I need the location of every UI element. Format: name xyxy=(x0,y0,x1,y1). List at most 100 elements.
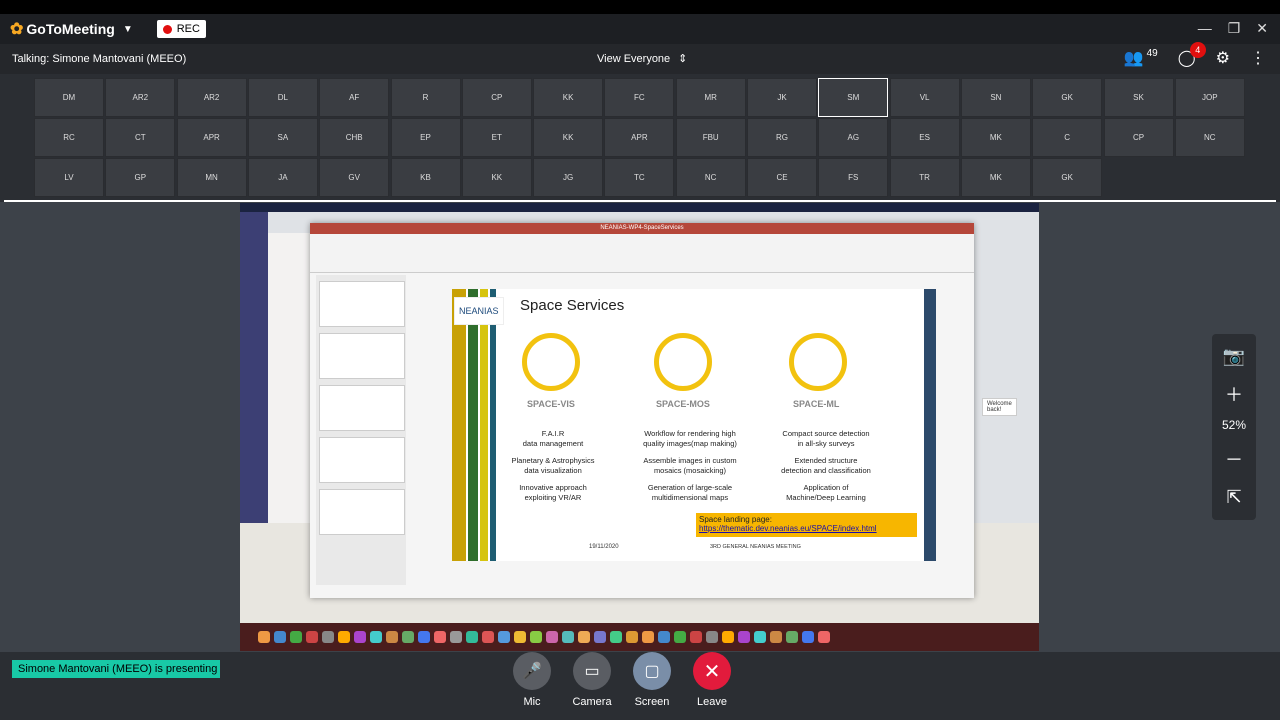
attendees-button[interactable]: 👥 49 xyxy=(1124,48,1158,68)
minimize-icon[interactable]: — xyxy=(1198,20,1212,37)
participant-tile[interactable]: JOP xyxy=(1174,78,1245,117)
close-icon[interactable]: ✕ xyxy=(1256,20,1268,37)
dock-app-icon[interactable] xyxy=(402,631,414,643)
dock-app-icon[interactable] xyxy=(546,631,558,643)
dock-app-icon[interactable] xyxy=(642,631,654,643)
camera-snapshot-icon[interactable]: 📷 xyxy=(1219,341,1249,371)
participant-tile[interactable]: ET xyxy=(461,118,532,157)
app-logo[interactable]: ✿ GoToMeeting ▼ xyxy=(10,19,133,39)
dock-app-icon[interactable] xyxy=(434,631,446,643)
participant-tile[interactable]: NC xyxy=(675,158,746,197)
dock-app-icon[interactable] xyxy=(770,631,782,643)
participant-tile[interactable]: FC xyxy=(604,78,675,117)
slide-thumbnail[interactable] xyxy=(319,385,405,431)
landing-link[interactable]: https://thematic.dev.neanias.eu/SPACE/in… xyxy=(699,524,877,533)
participant-tile[interactable]: GP xyxy=(105,158,176,197)
participant-tile[interactable]: DL xyxy=(247,78,318,117)
participant-tile[interactable]: SA xyxy=(247,118,318,157)
participant-tile[interactable]: CP xyxy=(461,78,532,117)
participant-tile[interactable]: EP xyxy=(390,118,461,157)
participant-tile[interactable]: RC xyxy=(34,118,104,157)
dock-app-icon[interactable] xyxy=(626,631,638,643)
participant-tile[interactable]: CE xyxy=(747,158,817,197)
dock-app-icon[interactable] xyxy=(258,631,270,643)
dock-app-icon[interactable] xyxy=(706,631,718,643)
dock-app-icon[interactable] xyxy=(498,631,510,643)
participant-tile[interactable]: R xyxy=(390,78,461,117)
participant-tile[interactable]: LV xyxy=(34,158,104,197)
dock-app-icon[interactable] xyxy=(786,631,798,643)
dock-app-icon[interactable] xyxy=(354,631,366,643)
camera-button[interactable]: ▭ Camera xyxy=(562,652,622,708)
dock-app-icon[interactable] xyxy=(562,631,574,643)
participant-tile[interactable]: GK xyxy=(1032,158,1103,197)
participant-tile[interactable]: APR xyxy=(604,118,675,157)
participant-tile[interactable]: JK xyxy=(747,78,817,117)
participant-tile[interactable]: DM xyxy=(34,78,104,117)
participant-tile[interactable]: AF xyxy=(319,78,390,117)
pop-out-icon[interactable]: ⇱ xyxy=(1219,482,1249,512)
slide-thumbnail[interactable] xyxy=(319,333,405,379)
participant-tile[interactable]: KK xyxy=(533,78,604,117)
dock-app-icon[interactable] xyxy=(482,631,494,643)
view-mode-selector[interactable]: View Everyone ⇕ xyxy=(597,52,687,66)
participant-tile[interactable]: KK xyxy=(461,158,532,197)
participant-tile[interactable]: GV xyxy=(319,158,390,197)
dock-app-icon[interactable] xyxy=(690,631,702,643)
restore-icon[interactable]: ❐ xyxy=(1228,20,1241,37)
dock-app-icon[interactable] xyxy=(338,631,350,643)
dock-app-icon[interactable] xyxy=(818,631,830,643)
leave-button[interactable]: ✕ Leave xyxy=(682,652,742,708)
participant-tile[interactable]: AG xyxy=(818,118,889,157)
more-options-icon[interactable]: ⋮ xyxy=(1250,48,1266,68)
dock-app-icon[interactable] xyxy=(674,631,686,643)
participant-tile[interactable]: GK xyxy=(1032,78,1103,117)
chevron-down-icon[interactable]: ▼ xyxy=(123,24,133,35)
dock-app-icon[interactable] xyxy=(386,631,398,643)
participant-tile[interactable]: C xyxy=(1032,118,1103,157)
gear-icon[interactable]: ⚙ xyxy=(1216,48,1230,68)
dock-app-icon[interactable] xyxy=(322,631,334,643)
dock-app-icon[interactable] xyxy=(450,631,462,643)
slide-thumbnail[interactable] xyxy=(319,489,405,535)
dock-app-icon[interactable] xyxy=(514,631,526,643)
participant-tile[interactable]: ES xyxy=(889,118,960,157)
dock-app-icon[interactable] xyxy=(578,631,590,643)
participant-tile[interactable]: FS xyxy=(818,158,889,197)
rec-indicator[interactable]: REC xyxy=(156,20,206,38)
participant-tile[interactable]: AR2 xyxy=(176,78,247,117)
dock-app-icon[interactable] xyxy=(738,631,750,643)
participant-tile[interactable]: KK xyxy=(533,118,604,157)
participant-tile[interactable]: JA xyxy=(247,158,318,197)
participant-tile[interactable]: TR xyxy=(889,158,960,197)
dock-app-icon[interactable] xyxy=(418,631,430,643)
participant-tile[interactable]: MN xyxy=(176,158,247,197)
dock-app-icon[interactable] xyxy=(306,631,318,643)
participant-tile[interactable]: SM xyxy=(818,78,889,117)
dock-app-icon[interactable] xyxy=(722,631,734,643)
slide-thumbnail[interactable] xyxy=(319,437,405,483)
participant-tile[interactable]: APR xyxy=(176,118,247,157)
mic-button[interactable]: 🎤 Mic xyxy=(502,652,562,708)
participant-tile[interactable]: AR2 xyxy=(105,78,176,117)
dock-app-icon[interactable] xyxy=(754,631,766,643)
chat-button[interactable]: ◯ 4 xyxy=(1178,42,1206,68)
dock-app-icon[interactable] xyxy=(274,631,286,643)
dock-app-icon[interactable] xyxy=(802,631,814,643)
participant-tile[interactable]: CHB xyxy=(319,118,390,157)
participant-tile[interactable]: CP xyxy=(1103,118,1174,157)
zoom-out-icon[interactable]: － xyxy=(1219,444,1249,474)
participant-tile[interactable]: RG xyxy=(747,118,817,157)
participant-tile[interactable]: MK xyxy=(960,118,1031,157)
participant-tile[interactable]: NC xyxy=(1174,118,1245,157)
dock-app-icon[interactable] xyxy=(370,631,382,643)
dock-app-icon[interactable] xyxy=(610,631,622,643)
participant-tile[interactable]: VL xyxy=(889,78,960,117)
participant-tile[interactable]: CT xyxy=(105,118,176,157)
dock-app-icon[interactable] xyxy=(594,631,606,643)
participant-tile[interactable]: KB xyxy=(390,158,461,197)
zoom-in-icon[interactable]: ＋ xyxy=(1219,379,1249,409)
participant-tile[interactable]: SK xyxy=(1103,78,1174,117)
slide-thumbnail[interactable] xyxy=(319,281,405,327)
dock-app-icon[interactable] xyxy=(466,631,478,643)
